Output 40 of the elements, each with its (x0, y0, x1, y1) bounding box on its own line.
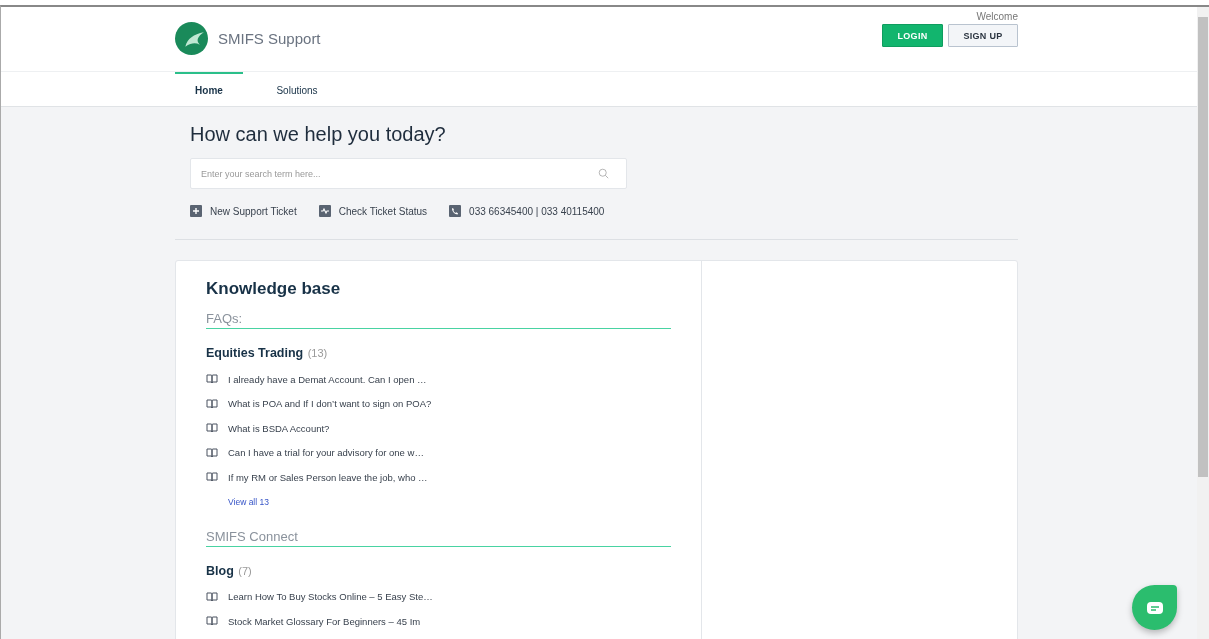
plus-icon (190, 205, 202, 217)
nav-tab[interactable]: Home (175, 72, 243, 106)
signup-button[interactable]: SIGN UP (948, 24, 1018, 47)
nav-tab[interactable]: Solutions (263, 72, 331, 106)
page-heading: How can we help you today? (190, 123, 447, 146)
article-link[interactable]: Stock Market Glossary For Beginners – 45 Im (228, 615, 421, 627)
section-heading: Knowledge base (206, 279, 342, 299)
search-icon (598, 168, 609, 179)
article-link[interactable]: I already have a Demat Account. Can I open … (228, 373, 427, 385)
book-icon (206, 374, 218, 385)
pulse-icon (318, 205, 331, 217)
category-count: (7) (238, 564, 252, 577)
brand-name: SMIFS Support (218, 29, 321, 47)
phone-icon (449, 205, 462, 217)
welcome-text: Welcome (976, 11, 1018, 22)
chat-icon (1146, 601, 1163, 614)
quick-link[interactable]: New Support Ticket (210, 205, 297, 217)
book-icon (206, 423, 218, 434)
book-icon (206, 591, 218, 602)
category-title[interactable]: Equities Trading (206, 346, 304, 360)
category-count: (13) (307, 347, 328, 359)
category-title[interactable]: Blog (206, 563, 234, 578)
logo-icon (175, 21, 208, 55)
quick-link[interactable]: 033 66345400 | 033 40115400 (469, 205, 605, 217)
article-link[interactable]: Can I have a trial for your advisory for one w… (228, 447, 424, 459)
book-icon (206, 447, 218, 458)
book-icon (206, 616, 218, 627)
article-link[interactable]: What is BSDA Account? (228, 422, 330, 434)
view-all-link[interactable]: View all 13 (228, 496, 269, 507)
book-icon (206, 398, 218, 409)
article-link[interactable]: Learn How To Buy Stocks Online – 5 Easy Ste… (228, 591, 433, 603)
quick-link[interactable]: Check Ticket Status (338, 205, 428, 217)
book-icon (206, 472, 218, 483)
group-title: FAQs: (206, 311, 671, 329)
search-field[interactable]: Enter your search term here... (190, 158, 627, 189)
article-link[interactable]: What is POA and If I don’t want to sign on POA? (228, 398, 432, 410)
chat-button[interactable] (1132, 585, 1177, 630)
group-title: SMIFS Connect (206, 528, 671, 547)
scrollbar[interactable] (1197, 7, 1209, 639)
article-link[interactable]: If my RM or Sales Person leave the job, who … (228, 471, 428, 483)
